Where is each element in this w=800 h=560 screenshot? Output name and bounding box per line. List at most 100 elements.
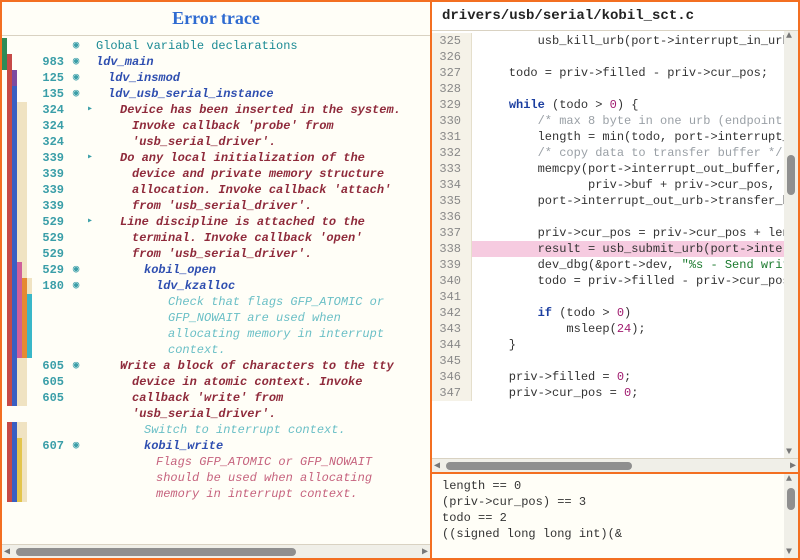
- hscroll-right-arrow-icon[interactable]: ▶: [790, 460, 796, 472]
- vscroll-up-arrow-icon[interactable]: ▲: [786, 474, 792, 485]
- code-line[interactable]: 339 dev_dbg(&port->dev, "%s - Send write: [432, 257, 798, 273]
- error-trace-body[interactable]: ◉Global variable declarations983◉ldv_mai…: [2, 36, 430, 544]
- trace-row[interactable]: ◉Global variable declarations: [2, 38, 430, 54]
- trace-row[interactable]: GFP_NOWAIT are used when: [2, 310, 430, 326]
- code-text: }: [472, 337, 798, 353]
- code-line[interactable]: 343 msleep(24);: [432, 321, 798, 337]
- trace-row[interactable]: 135◉ldv_usb_serial_instance: [2, 86, 430, 102]
- trace-row[interactable]: 529◉kobil_open: [2, 262, 430, 278]
- trace-row[interactable]: 339allocation. Invoke callback 'attach': [2, 182, 430, 198]
- expand-marker-icon[interactable]: ▸: [84, 214, 96, 230]
- code-line-number: 347: [432, 385, 472, 401]
- trace-row[interactable]: 125◉ldv_insmod: [2, 70, 430, 86]
- trace-line-number: 605: [32, 374, 68, 390]
- trace-row[interactable]: 339from 'usb_serial_driver'.: [2, 198, 430, 214]
- trace-row[interactable]: 605 device in atomic context. Invoke: [2, 374, 430, 390]
- code-line[interactable]: 335 port->interrupt_out_urb->transfer_bu: [432, 193, 798, 209]
- trace-row[interactable]: allocating memory in interrupt: [2, 326, 430, 342]
- trace-line-number: 180: [32, 278, 68, 294]
- trace-row[interactable]: 180◉ldv_kzalloc: [2, 278, 430, 294]
- code-line[interactable]: 340 todo = priv->filled - priv->cur_pos;: [432, 273, 798, 289]
- code-line[interactable]: 346 priv->filled = 0;: [432, 369, 798, 385]
- code-line[interactable]: 342 if (todo > 0): [432, 305, 798, 321]
- vscroll-thumb[interactable]: [787, 155, 795, 195]
- trace-row[interactable]: 529terminal. Invoke callback 'open': [2, 230, 430, 246]
- trace-row[interactable]: 605◉Write a block of characters to the t…: [2, 358, 430, 374]
- vscroll-down-arrow-icon[interactable]: ▼: [786, 547, 792, 558]
- code-line[interactable]: 327 todo = priv->filled - priv->cur_pos;: [432, 65, 798, 81]
- hscroll-thumb[interactable]: [446, 462, 632, 470]
- code-line[interactable]: 344 }: [432, 337, 798, 353]
- code-line[interactable]: 334 priv->buf + priv->cur_pos, l: [432, 177, 798, 193]
- trace-row[interactable]: 324'usb_serial_driver'.: [2, 134, 430, 150]
- code-line[interactable]: 341: [432, 289, 798, 305]
- vscroll-down-arrow-icon[interactable]: ▼: [786, 447, 792, 458]
- trace-row[interactable]: should be used when allocating: [2, 470, 430, 486]
- code-line[interactable]: 332 /* copy data to transfer buffer */: [432, 145, 798, 161]
- eye-icon[interactable]: ◉: [68, 278, 84, 294]
- trace-row[interactable]: 324▸Device has been inserted in the syst…: [2, 102, 430, 118]
- source-hscrollbar[interactable]: ◀ ▶: [432, 458, 798, 472]
- code-line[interactable]: 333 memcpy(port->interrupt_out_buffer,: [432, 161, 798, 177]
- code-line[interactable]: 338 result = usb_submit_urb(port->interr: [432, 241, 798, 257]
- code-line[interactable]: 337 priv->cur_pos = priv->cur_pos + leng: [432, 225, 798, 241]
- code-line-number: 338: [432, 241, 472, 257]
- trace-text: ldv_usb_serial_instance: [96, 86, 430, 102]
- eye-icon[interactable]: ◉: [68, 54, 84, 70]
- eval-vscrollbar[interactable]: ▲ ▼: [784, 474, 798, 558]
- trace-row[interactable]: 529▸Line discipline is attached to the: [2, 214, 430, 230]
- code-line[interactable]: 331 length = min(todo, port->interrupt_o: [432, 129, 798, 145]
- expand-marker-icon[interactable]: ▸: [84, 102, 96, 118]
- code-line-number: 346: [432, 369, 472, 385]
- trace-row[interactable]: context.: [2, 342, 430, 358]
- code-line[interactable]: 326: [432, 49, 798, 65]
- trace-text: Write a block of characters to the tty: [96, 358, 430, 374]
- code-line[interactable]: 330 /* max 8 byte in one urb (endpoint s: [432, 113, 798, 129]
- trace-row[interactable]: 339device and private memory structure: [2, 166, 430, 182]
- expand-marker-icon[interactable]: ▸: [84, 150, 96, 166]
- eval-line: ((signed long long int)(&: [442, 526, 788, 542]
- trace-row[interactable]: 605callback 'write' from 'usb_serial_dri…: [2, 390, 430, 422]
- hscroll-left-arrow-icon[interactable]: ◀: [434, 460, 440, 472]
- vscroll-thumb[interactable]: [787, 488, 795, 510]
- eye-icon[interactable]: ◉: [68, 70, 84, 86]
- trace-text: device in atomic context. Invoke: [96, 374, 430, 390]
- trace-row[interactable]: 983◉ldv_main: [2, 54, 430, 70]
- hscroll-left-arrow-icon[interactable]: ◀: [4, 546, 10, 558]
- code-line[interactable]: 328: [432, 81, 798, 97]
- hscroll-right-arrow-icon[interactable]: ▶: [422, 546, 428, 558]
- source-code-body[interactable]: 325 usb_kill_urb(port->interrupt_in_urb)…: [432, 31, 798, 458]
- trace-row[interactable]: Switch to interrupt context.: [2, 422, 430, 438]
- code-line-number: 341: [432, 289, 472, 305]
- code-line[interactable]: 336: [432, 209, 798, 225]
- trace-row[interactable]: 339▸Do any local initialization of the: [2, 150, 430, 166]
- trace-text: Flags GFP_ATOMIC or GFP_NOWAIT: [96, 454, 430, 470]
- code-line[interactable]: 325 usb_kill_urb(port->interrupt_in_urb): [432, 33, 798, 49]
- trace-row[interactable]: 607◉kobil_write: [2, 438, 430, 454]
- trace-text: should be used when allocating: [96, 470, 430, 486]
- eye-icon[interactable]: ◉: [68, 262, 84, 278]
- trace-row[interactable]: memory in interrupt context.: [2, 486, 430, 502]
- vscroll-up-arrow-icon[interactable]: ▲: [786, 31, 792, 42]
- code-text: priv->buf + priv->cur_pos, l: [472, 177, 798, 193]
- eye-icon[interactable]: ◉: [68, 438, 84, 454]
- trace-line-number: 339: [32, 198, 68, 214]
- code-text: todo = priv->filled - priv->cur_pos;: [472, 273, 798, 289]
- source-vscrollbar[interactable]: ▲ ▼: [784, 31, 798, 458]
- trace-row[interactable]: 324Invoke callback 'probe' from: [2, 118, 430, 134]
- error-trace-hscrollbar[interactable]: ◀ ▶: [2, 544, 430, 558]
- gutter-bar: [27, 326, 32, 342]
- eye-icon[interactable]: ◉: [68, 38, 84, 54]
- code-line[interactable]: 329 while (todo > 0) {: [432, 97, 798, 113]
- eye-icon[interactable]: ◉: [68, 358, 84, 374]
- hscroll-thumb[interactable]: [16, 548, 296, 556]
- evaluation-pane[interactable]: length == 0(priv->cur_pos) == 3todo == 2…: [432, 472, 798, 558]
- eye-icon[interactable]: ◉: [68, 86, 84, 102]
- trace-row[interactable]: Flags GFP_ATOMIC or GFP_NOWAIT: [2, 454, 430, 470]
- code-line[interactable]: 345: [432, 353, 798, 369]
- trace-row[interactable]: 529from 'usb_serial_driver'.: [2, 246, 430, 262]
- code-line[interactable]: 347 priv->cur_pos = 0;: [432, 385, 798, 401]
- trace-row[interactable]: Check that flags GFP_ATOMIC or: [2, 294, 430, 310]
- trace-text: ldv_insmod: [96, 70, 430, 86]
- code-text: priv->cur_pos = priv->cur_pos + leng: [472, 225, 798, 241]
